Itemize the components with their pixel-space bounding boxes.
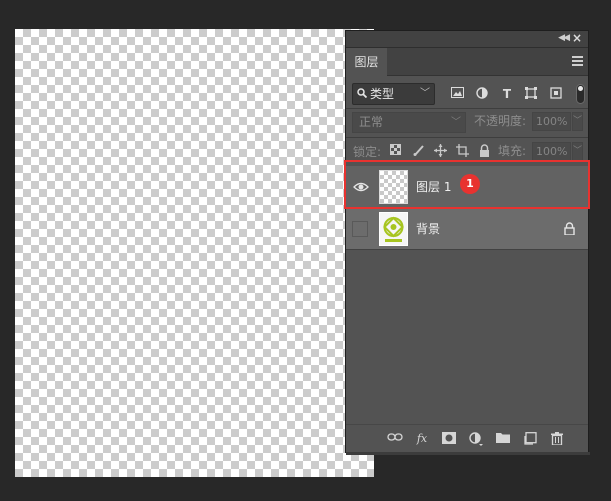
layer-name[interactable]: 背景 [416, 208, 440, 250]
lock-label: 锁定: [353, 145, 382, 159]
adjustment-layer-filter-icon[interactable] [475, 87, 489, 101]
blend-mode-value: 正常 [359, 115, 384, 129]
close-panel-icon[interactable]: × [572, 31, 582, 45]
type-layer-filter-icon[interactable]: T [500, 87, 514, 101]
visibility-toggle-box[interactable] [352, 221, 368, 237]
layer-filter-row: 类型 ﹀ T [346, 81, 588, 107]
layers-panel: ◀◀ × 图层 类型 ﹀ T 正常 ﹀ 不透明度: 100% ﹀ 锁定: 填充:… [345, 30, 590, 455]
search-icon [357, 84, 368, 104]
lock-position-icon[interactable] [434, 144, 447, 158]
lock-artboard-icon[interactable] [456, 144, 469, 158]
opacity-field[interactable]: 100% [532, 112, 571, 131]
smart-object-filter-icon[interactable] [549, 87, 563, 101]
eye-icon[interactable] [351, 177, 371, 197]
delete-layer-trash-icon[interactable] [549, 432, 565, 446]
annotation-step-badge: 1 [460, 174, 480, 194]
layers-footer-toolbar: fx [346, 424, 588, 452]
filter-kind-label: 类型 [370, 87, 395, 101]
panel-menu-icon[interactable] [572, 56, 583, 66]
panel-tab-bar: 图层 [346, 48, 588, 76]
fill-field[interactable]: 100% [532, 142, 571, 161]
panel-title-bar[interactable]: ◀◀ × [346, 31, 588, 48]
new-adjustment-layer-icon[interactable] [468, 432, 484, 446]
opacity-dropdown-icon[interactable]: ﹀ [572, 112, 583, 131]
lock-all-icon[interactable] [478, 144, 491, 158]
lock-image-pixels-icon[interactable] [412, 144, 425, 158]
shape-layer-filter-icon[interactable] [524, 87, 538, 101]
lock-row: 锁定: 填充: 100% ﹀ [346, 141, 588, 163]
new-group-folder-icon[interactable] [495, 432, 511, 446]
pixel-layer-filter-icon[interactable] [450, 87, 464, 101]
add-mask-icon[interactable] [441, 432, 457, 446]
new-layer-icon[interactable] [522, 432, 538, 446]
photoshop-workspace: ◀◀ × 图层 类型 ﹀ T 正常 ﹀ 不透明度: 100% ﹀ 锁定: 填充:… [0, 0, 611, 501]
chevron-down-icon: ﹀ [451, 117, 461, 128]
layer-thumbnail [379, 170, 408, 204]
layer-style-fx-icon[interactable]: fx [414, 432, 430, 446]
tab-layers[interactable]: 图层 [346, 48, 387, 76]
filter-toggle-switch[interactable] [576, 84, 585, 104]
opacity-label: 不透明度: [474, 114, 527, 128]
layer-row-background[interactable]: 背景 [346, 208, 588, 250]
chevron-down-icon: ﹀ [420, 88, 430, 99]
layer-name[interactable]: 图层 1 [416, 166, 451, 208]
lock-transparent-pixels-icon[interactable] [389, 144, 402, 158]
logo-thumbnail-icon [383, 216, 404, 242]
filter-kind-select[interactable]: 类型 ﹀ [352, 83, 435, 105]
link-layers-icon[interactable] [387, 432, 403, 446]
blend-mode-select[interactable]: 正常 ﹀ [352, 112, 466, 133]
transparent-canvas[interactable] [15, 29, 374, 477]
lock-icon [564, 222, 576, 236]
collapse-panel-icon[interactable]: ◀◀ [558, 33, 570, 43]
fill-label: 填充: [498, 144, 527, 158]
background-thumbnail [379, 212, 408, 246]
panel-resize-handle[interactable] [346, 452, 590, 455]
blend-mode-row: 正常 ﹀ 不透明度: 100% ﹀ [346, 111, 588, 135]
fill-dropdown-icon[interactable]: ﹀ [572, 142, 583, 161]
